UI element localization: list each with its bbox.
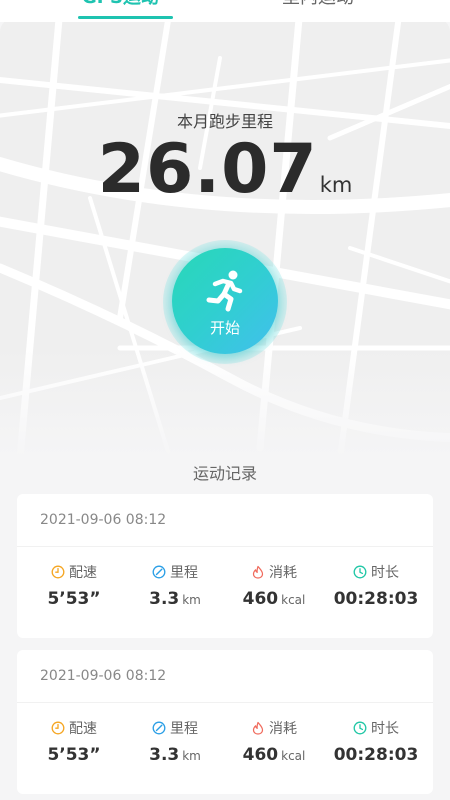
record-divider [17,546,433,547]
record-card[interactable]: 2021-09-06 08:12 配速 5’53” 里程 3.3 km 消耗 4… [17,650,433,794]
distance-label: 里程 [170,721,198,737]
duration-label: 时长 [371,565,399,581]
duration-value: 00:28:03 [333,745,419,765]
active-tab-indicator [78,16,173,19]
calories-metric: 消耗 460 kcal [224,718,324,765]
exercise-records-title: 运动记录 [192,464,257,483]
duration-value: 00:28:03 [333,589,419,609]
distance-metric: 里程 3.3 km [125,718,225,765]
pace-label: 配速 [69,721,97,737]
pace-icon [51,565,65,579]
pace-metric: 配速 5’53” [24,718,124,765]
distance-icon [152,565,166,579]
monthly-distance-unit: km [319,173,353,197]
calories-value: 460 [242,589,279,609]
clock-icon [353,721,367,735]
monthly-running-distance-label: 本月跑步里程 [176,112,273,131]
distance-unit: km [182,593,201,607]
distance-unit: km [182,749,201,763]
calories-unit: kcal [281,749,306,763]
distance-metric: 里程 3.3 km [125,562,225,609]
distance-value: 3.3 [149,589,180,609]
duration-metric: 时长 00:28:03 [326,718,426,765]
hero-fade-overlay [0,348,450,458]
calories-label: 消耗 [269,721,297,737]
duration-metric: 时长 00:28:03 [326,562,426,609]
calories-metric: 消耗 460 kcal [224,562,324,609]
pace-value: 5’53” [47,745,101,765]
calories-label: 消耗 [269,565,297,581]
record-card[interactable]: 2021-09-06 08:12 配速 5’53” 里程 3.3 km 消耗 4… [17,494,433,638]
monthly-distance: 26.07km [0,130,450,209]
monthly-distance-value: 26.07 [97,130,318,209]
distance-icon [152,721,166,735]
tab-gps-sport[interactable]: GPS运动 [82,0,159,10]
pace-icon [51,721,65,735]
record-datetime: 2021-09-06 08:12 [40,668,167,684]
calories-value: 460 [242,745,279,765]
top-tab-bar: GPS运动 室内运动 [0,0,450,22]
calories-unit: kcal [281,593,306,607]
tab-indoor-sport[interactable]: 室内运动 [282,0,354,10]
start-label: 开始 [209,319,240,337]
pace-metric: 配速 5’53” [24,562,124,609]
running-person-icon [206,270,243,312]
flame-icon [252,565,264,579]
flame-icon [252,721,264,735]
clock-icon [353,565,367,579]
record-divider [17,702,433,703]
start-run-button[interactable]: 开始 [172,248,278,354]
pace-value: 5’53” [47,589,101,609]
monthly-summary-panel: 本月跑步里程 26.07km 开始 [0,18,450,458]
distance-label: 里程 [170,565,198,581]
duration-label: 时长 [371,721,399,737]
distance-value: 3.3 [149,745,180,765]
record-datetime: 2021-09-06 08:12 [40,512,167,528]
pace-label: 配速 [69,565,97,581]
